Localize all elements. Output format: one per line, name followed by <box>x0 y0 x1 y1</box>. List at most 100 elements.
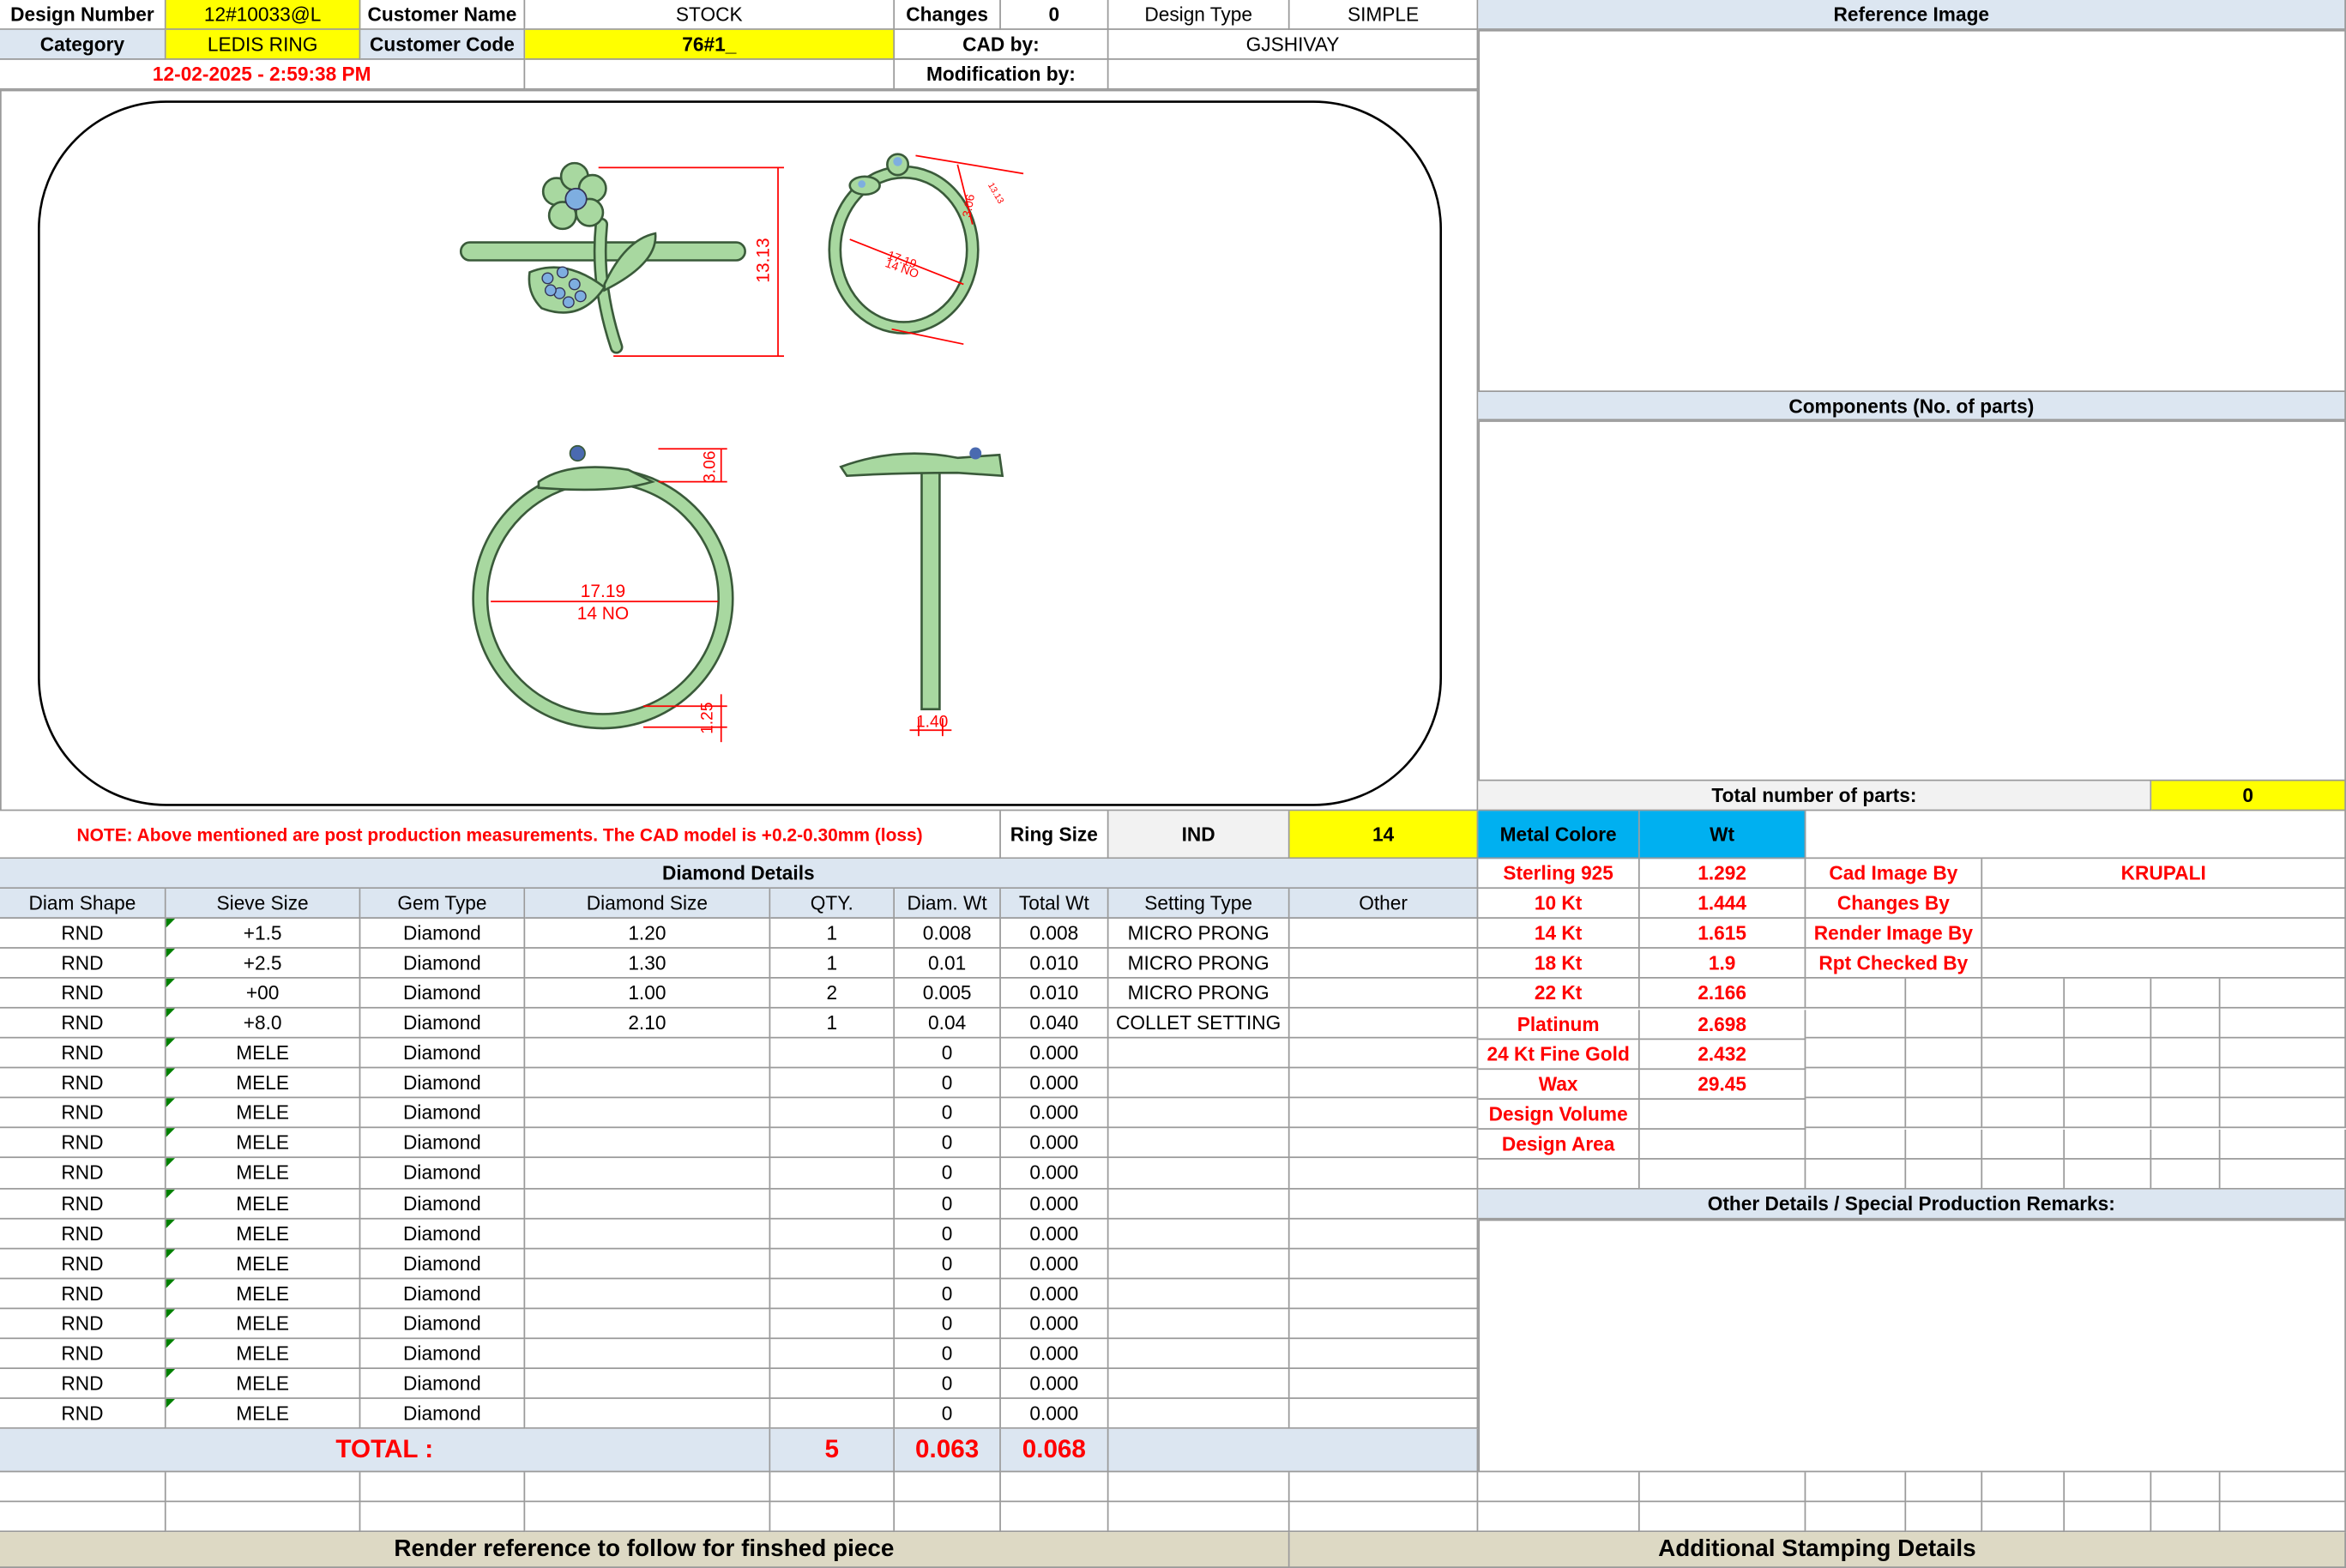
ring-size-value[interactable]: 14 <box>1289 811 1479 859</box>
diamond-cell[interactable]: Diamond <box>360 1218 526 1249</box>
diamond-cell[interactable]: MELE <box>166 1218 361 1249</box>
diamond-cell[interactable] <box>525 1128 771 1159</box>
diamond-cell[interactable]: 0.000 <box>1000 1398 1109 1429</box>
diamond-cell[interactable]: RND <box>0 1278 166 1309</box>
diamond-cell[interactable]: MELE <box>166 1128 361 1159</box>
diamond-cell[interactable]: +8.0 <box>166 1008 361 1039</box>
diamond-cell[interactable]: +2.5 <box>166 948 361 979</box>
diamond-cell[interactable]: 0 <box>895 1398 1001 1429</box>
diamond-cell[interactable]: Diamond <box>360 1068 526 1099</box>
diamond-cell[interactable] <box>1108 1248 1290 1279</box>
diamond-cell[interactable] <box>1289 1128 1479 1159</box>
diamond-cell[interactable] <box>1108 1068 1290 1099</box>
diamond-cell[interactable]: MICRO PRONG <box>1108 978 1290 1009</box>
diamond-cell[interactable]: 0.008 <box>895 918 1001 949</box>
diamond-cell[interactable] <box>525 1158 771 1189</box>
metal-weight[interactable] <box>1639 1129 1806 1160</box>
diamond-cell[interactable] <box>1289 918 1479 949</box>
diamond-cell[interactable]: 0.04 <box>895 1008 1001 1039</box>
diamond-cell[interactable] <box>1289 948 1479 979</box>
diamond-cell[interactable] <box>525 1338 771 1369</box>
diamond-cell[interactable]: RND <box>0 948 166 979</box>
changes-value[interactable]: 0 <box>1000 0 1109 30</box>
diamond-cell[interactable]: 0.000 <box>1000 1368 1109 1399</box>
diamond-cell[interactable]: RND <box>0 1188 166 1219</box>
diamond-cell[interactable] <box>770 1158 896 1189</box>
diamond-cell[interactable]: Diamond <box>360 1248 526 1279</box>
diamond-cell[interactable]: 0.005 <box>895 978 1001 1009</box>
diamond-cell[interactable] <box>770 1248 896 1279</box>
diamond-cell[interactable] <box>1289 1248 1479 1279</box>
diamond-cell[interactable]: Diamond <box>360 1038 526 1069</box>
diamond-cell[interactable]: 0 <box>895 1338 1001 1369</box>
diamond-cell[interactable] <box>1108 1158 1290 1189</box>
diamond-cell[interactable] <box>525 1248 771 1279</box>
diamond-cell[interactable]: MICRO PRONG <box>1108 948 1290 979</box>
diamond-cell[interactable] <box>525 1038 771 1069</box>
cad-by-value[interactable]: GJSHIVAY <box>1108 29 1479 60</box>
diamond-cell[interactable]: Diamond <box>360 1008 526 1039</box>
diamond-cell[interactable]: Diamond <box>360 948 526 979</box>
diamond-cell[interactable] <box>1289 1278 1479 1309</box>
diamond-cell[interactable] <box>770 1128 896 1159</box>
diamond-cell[interactable]: 0.000 <box>1000 1068 1109 1099</box>
diamond-cell[interactable] <box>1289 1188 1479 1219</box>
diamond-cell[interactable] <box>1289 1158 1479 1189</box>
diamond-cell[interactable] <box>770 1368 896 1399</box>
diamond-cell[interactable]: 0.000 <box>1000 1218 1109 1249</box>
diamond-cell[interactable] <box>770 1188 896 1219</box>
modification-by-value[interactable] <box>1108 59 1479 90</box>
diamond-cell[interactable]: 0.000 <box>1000 1308 1109 1339</box>
diamond-cell[interactable]: Diamond <box>360 1158 526 1189</box>
diamond-cell[interactable]: RND <box>0 1158 166 1189</box>
metal-weight[interactable]: 2.166 <box>1639 979 1806 1010</box>
diamond-cell[interactable]: RND <box>0 1368 166 1399</box>
diamond-cell[interactable] <box>1289 1008 1479 1039</box>
diamond-cell[interactable]: COLLET SETTING <box>1108 1008 1290 1039</box>
diamond-cell[interactable]: MELE <box>166 1308 361 1339</box>
customer-name-value[interactable]: STOCK <box>525 0 896 30</box>
diamond-cell[interactable]: MICRO PRONG <box>1108 918 1290 949</box>
diamond-cell[interactable] <box>525 1308 771 1339</box>
metal-weight[interactable]: 2.432 <box>1639 1039 1806 1070</box>
diamond-cell[interactable]: 0.000 <box>1000 1338 1109 1369</box>
diamond-cell[interactable] <box>1108 1398 1290 1429</box>
diamond-cell[interactable]: MELE <box>166 1278 361 1309</box>
diamond-cell[interactable]: MELE <box>166 1338 361 1369</box>
diamond-cell[interactable]: RND <box>0 1068 166 1099</box>
diamond-cell[interactable] <box>1289 978 1479 1009</box>
metal-weight[interactable] <box>1639 1099 1806 1130</box>
diamond-cell[interactable]: MELE <box>166 1038 361 1069</box>
diamond-cell[interactable]: Diamond <box>360 1098 526 1129</box>
diamond-cell[interactable]: RND <box>0 1398 166 1429</box>
diamond-cell[interactable] <box>525 1068 771 1099</box>
diamond-cell[interactable]: MELE <box>166 1398 361 1429</box>
diamond-cell[interactable] <box>1108 1308 1290 1339</box>
diamond-cell[interactable]: RND <box>0 918 166 949</box>
diamond-cell[interactable]: Diamond <box>360 1338 526 1369</box>
diamond-cell[interactable]: MELE <box>166 1188 361 1219</box>
diamond-cell[interactable]: Diamond <box>360 1188 526 1219</box>
diamond-cell[interactable] <box>1108 1338 1290 1369</box>
diamond-cell[interactable]: MELE <box>166 1068 361 1099</box>
diamond-cell[interactable]: +00 <box>166 978 361 1009</box>
diamond-cell[interactable]: 0 <box>895 1368 1001 1399</box>
diamond-cell[interactable] <box>770 1308 896 1339</box>
diamond-cell[interactable]: 0 <box>895 1218 1001 1249</box>
diamond-cell[interactable]: 0 <box>895 1278 1001 1309</box>
diamond-cell[interactable]: 0.000 <box>1000 1128 1109 1159</box>
diamond-cell[interactable]: MELE <box>166 1158 361 1189</box>
diamond-cell[interactable]: +1.5 <box>166 918 361 949</box>
diamond-cell[interactable]: 0.040 <box>1000 1008 1109 1039</box>
diamond-cell[interactable] <box>525 1278 771 1309</box>
diamond-cell[interactable] <box>525 1188 771 1219</box>
diamond-cell[interactable] <box>1289 1398 1479 1429</box>
metal-weight[interactable]: 29.45 <box>1639 1069 1806 1100</box>
diamond-cell[interactable]: 0.010 <box>1000 978 1109 1009</box>
diamond-cell[interactable]: 2 <box>770 978 896 1009</box>
diamond-cell[interactable]: 0 <box>895 1128 1001 1159</box>
diamond-cell[interactable]: 1 <box>770 1008 896 1039</box>
credit-value[interactable]: KRUPALI <box>1982 859 2346 890</box>
diamond-cell[interactable]: 0.000 <box>1000 1038 1109 1069</box>
diamond-cell[interactable] <box>770 1398 896 1429</box>
